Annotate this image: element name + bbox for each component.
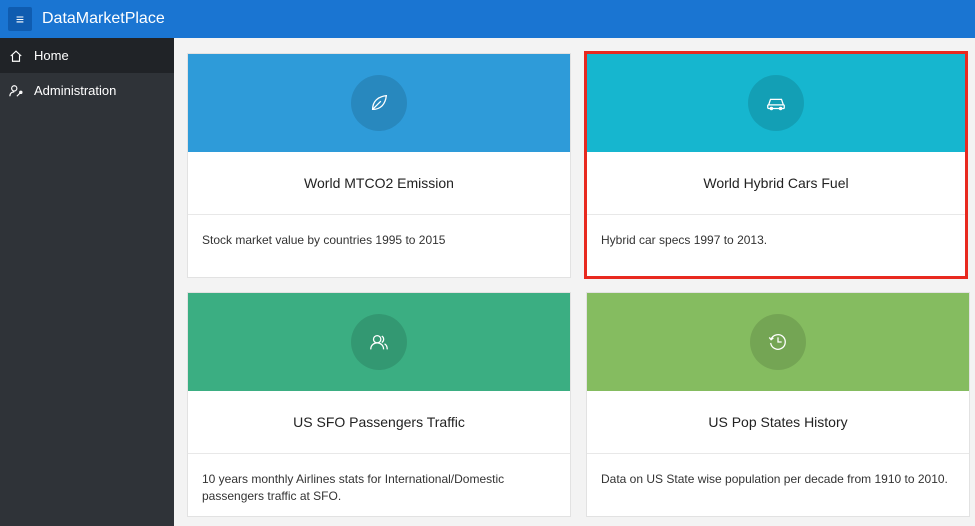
- card-header: [587, 293, 969, 391]
- sidebar-item-label: Home: [34, 48, 69, 63]
- top-bar: ≡ DataMarketPlace: [0, 0, 975, 38]
- card-title: World Hybrid Cars Fuel: [587, 152, 965, 215]
- card-description: Hybrid car specs 1997 to 2013.: [601, 233, 768, 247]
- home-icon: [8, 48, 24, 64]
- card-header: [188, 293, 570, 391]
- leaf-icon: [351, 75, 407, 131]
- card-description: Data on US State wise population per dec…: [601, 472, 948, 486]
- card-header: [188, 54, 570, 152]
- card-description: 10 years monthly Airlines stats for Inte…: [202, 472, 505, 503]
- sidebar: Home Administration: [0, 38, 174, 526]
- users-icon: [351, 314, 407, 370]
- card-title: US Pop States History: [587, 391, 969, 454]
- sidebar-item-label: Administration: [34, 83, 117, 98]
- card-title: World MTCO2 Emission: [188, 152, 570, 215]
- dataset-card-hybrid-cars[interactable]: World Hybrid Cars Fuel Hybrid car specs …: [584, 51, 968, 279]
- dataset-card-mtco2[interactable]: World MTCO2 Emission Stock market value …: [187, 53, 571, 278]
- card-title: US SFO Passengers Traffic: [188, 391, 570, 454]
- card-description: Stock market value by countries 1995 to …: [202, 233, 446, 247]
- dataset-card-us-pop-states[interactable]: US Pop States History Data on US State w…: [586, 292, 970, 517]
- dataset-card-sfo-traffic[interactable]: US SFO Passengers Traffic 10 years month…: [187, 292, 571, 517]
- history-clock-icon: [750, 314, 806, 370]
- user-settings-icon: [8, 83, 24, 99]
- hamburger-icon[interactable]: ≡: [8, 7, 32, 31]
- sidebar-item-administration[interactable]: Administration: [0, 73, 174, 108]
- card-header: [587, 54, 965, 152]
- app-title[interactable]: DataMarketPlace: [42, 10, 165, 28]
- sidebar-item-home[interactable]: Home: [0, 38, 174, 73]
- main-content: World MTCO2 Emission Stock market value …: [174, 38, 975, 526]
- car-icon: [748, 75, 804, 131]
